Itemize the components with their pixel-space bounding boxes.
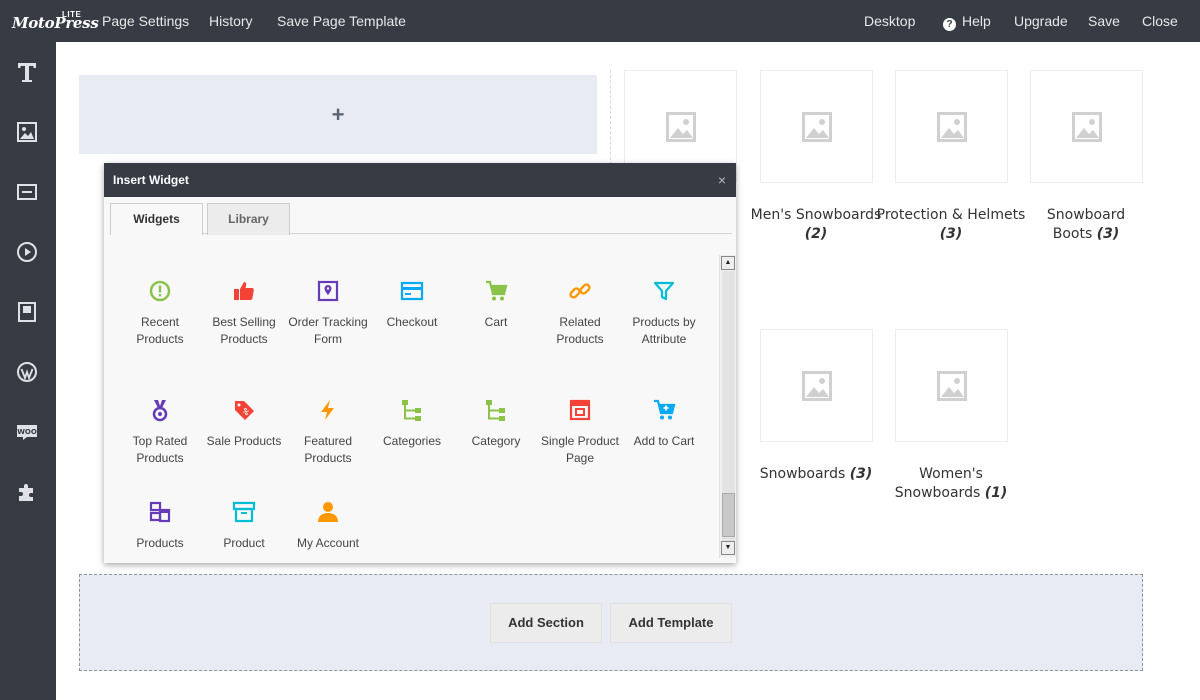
widget-top-rated-products[interactable]: Top Rated Products: [118, 398, 202, 467]
svg-text:WOO: WOO: [17, 428, 37, 436]
image-placeholder-icon: [801, 370, 832, 401]
save-button[interactable]: Save: [1088, 0, 1120, 42]
widget-related-products[interactable]: Related Products: [538, 279, 622, 348]
box-icon: [232, 501, 256, 523]
image-placeholder-icon: [801, 111, 832, 142]
plugin-icon[interactable]: [14, 479, 40, 505]
dialog-header: Insert Widget ×: [104, 163, 736, 197]
product-image-placeholder[interactable]: [760, 70, 873, 183]
product-category-name[interactable]: Protection & Helmets (3): [876, 206, 1026, 244]
product-category-name[interactable]: Women's Snowboards (1): [886, 465, 1016, 503]
link-icon: [569, 283, 591, 299]
insert-widget-dialog: Insert Widget × Widgets Library Recent P…: [104, 163, 736, 563]
add-to-cart-icon: [654, 399, 676, 420]
medal-icon: [152, 400, 168, 422]
thumbs-up-icon: [234, 282, 254, 300]
widget-categories[interactable]: Categories: [370, 398, 454, 450]
woocommerce-icon[interactable]: WOO: [14, 419, 40, 445]
column-divider: [610, 70, 611, 165]
button-icon[interactable]: [14, 179, 40, 205]
lightning-icon: [321, 400, 334, 420]
product-page-icon: [569, 399, 591, 421]
product-count: (3): [939, 226, 963, 242]
add-widget-placeholder[interactable]: +: [79, 75, 597, 154]
scroll-down-icon[interactable]: ▼: [721, 541, 735, 555]
product-image-placeholder[interactable]: [760, 329, 873, 442]
product-category-name[interactable]: Snowboard Boots (3): [1026, 206, 1146, 244]
image-placeholder-icon: [936, 111, 967, 142]
exclamation-circle-icon: [149, 280, 171, 302]
save-page-template-link[interactable]: Save Page Template: [277, 0, 406, 42]
user-icon: [318, 502, 338, 522]
scrollbar-thumb[interactable]: [722, 493, 735, 537]
widget-my-account[interactable]: My Account: [286, 500, 370, 552]
widget-products-by-attribute[interactable]: Products by Attribute: [622, 279, 706, 348]
logo-text: MotoPress: [12, 14, 99, 32]
credit-card-icon: [400, 281, 424, 301]
image-placeholder-icon: [936, 370, 967, 401]
cart-icon: [486, 280, 508, 301]
widget-single-product-page[interactable]: Single Product Page: [538, 398, 622, 467]
logo-lite-badge: LITE: [62, 10, 82, 19]
image-placeholder-icon: [665, 111, 696, 142]
image-placeholder-icon: [1071, 111, 1102, 142]
scroll-up-icon[interactable]: ▲: [721, 256, 735, 270]
help-icon: ?: [943, 18, 956, 31]
close-button[interactable]: Close: [1142, 0, 1178, 42]
close-icon[interactable]: ×: [718, 163, 726, 197]
add-section-button[interactable]: Add Section: [490, 603, 602, 643]
tree-icon: [486, 400, 505, 421]
tree-icon: [402, 400, 421, 421]
widget-featured-products[interactable]: Featured Products: [286, 398, 370, 467]
top-toolbar: MotoPress LITE Page Settings History Sav…: [0, 0, 1200, 42]
widget-sidebar: WOO: [0, 42, 56, 700]
widget-sale-products[interactable]: % Sale Products: [202, 398, 286, 450]
product-image-placeholder[interactable]: [1030, 70, 1143, 183]
history-link[interactable]: History: [209, 0, 253, 42]
text-icon[interactable]: [14, 59, 40, 85]
tab-library[interactable]: Library: [207, 203, 290, 235]
widget-product[interactable]: Product: [202, 500, 286, 552]
boxes-icon: [149, 501, 171, 523]
widget-order-tracking-form[interactable]: Order Tracking Form: [286, 279, 370, 348]
widget-checkout[interactable]: Checkout: [370, 279, 454, 331]
help-label: Help: [962, 13, 991, 29]
product-count: (3): [849, 466, 873, 482]
help-link[interactable]: ? Help: [943, 0, 991, 42]
device-selector[interactable]: Desktop: [864, 0, 915, 42]
product-count: (3): [1096, 226, 1120, 242]
widget-category[interactable]: Category: [454, 398, 538, 450]
widget-cart[interactable]: Cart: [454, 279, 538, 331]
dialog-title: Insert Widget: [113, 173, 189, 187]
add-template-button[interactable]: Add Template: [610, 603, 732, 643]
image-icon[interactable]: [14, 119, 40, 145]
map-pin-icon: [317, 280, 339, 302]
video-icon[interactable]: [14, 239, 40, 265]
widget-best-selling-products[interactable]: Best Selling Products: [202, 279, 286, 348]
tab-widgets[interactable]: Widgets: [110, 203, 203, 235]
product-image-placeholder[interactable]: [895, 329, 1008, 442]
widget-list-scrollbar[interactable]: ▲ ▼: [719, 255, 736, 558]
page-settings-link[interactable]: Page Settings: [102, 0, 189, 42]
filter-icon: [653, 281, 675, 301]
product-category-name[interactable]: Snowboards (3): [741, 465, 891, 484]
widget-recent-products[interactable]: Recent Products: [118, 279, 202, 348]
product-count: (1): [984, 485, 1008, 501]
dialog-tabs: Widgets Library: [110, 203, 732, 235]
layout-icon[interactable]: [14, 299, 40, 325]
product-count: (2): [804, 226, 828, 242]
wordpress-icon[interactable]: [14, 359, 40, 385]
product-image-placeholder[interactable]: [895, 70, 1008, 183]
widget-products[interactable]: Products: [118, 500, 202, 552]
widget-add-to-cart[interactable]: Add to Cart: [622, 398, 706, 450]
sale-tag-icon: %: [235, 401, 254, 420]
upgrade-link[interactable]: Upgrade: [1014, 0, 1068, 42]
product-category-name[interactable]: Men's Snowboards (2): [741, 206, 891, 244]
